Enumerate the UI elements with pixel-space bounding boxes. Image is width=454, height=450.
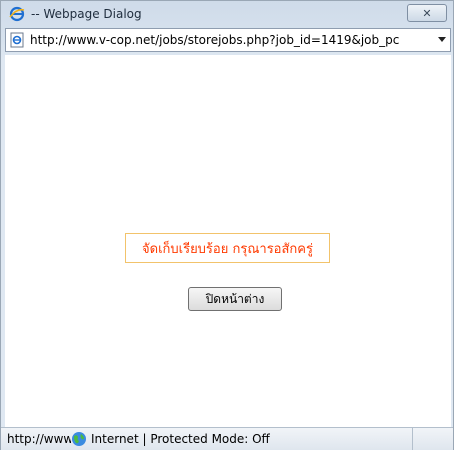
close-window-button[interactable]: ปิดหน้าต่าง [188,287,282,311]
page-icon [9,32,25,48]
dialog-window: -- Webpage Dialog ✕ http://www.v-cop.net… [0,0,454,450]
status-message-box: จัดเก็บเรียบร้อย กรุณารอสักครู่ [125,233,330,263]
address-bar[interactable]: http://www.v-cop.net/jobs/storejobs.php?… [5,28,451,52]
window-title: -- Webpage Dialog [31,7,142,21]
globe-icon [71,431,87,447]
title-bar: -- Webpage Dialog ✕ [1,1,453,27]
close-icon: ✕ [422,6,432,20]
status-bar: http://www.v Internet | Protected Mode: … [1,427,453,450]
security-zone-text: Internet | Protected Mode: Off [91,432,270,446]
page-content: จัดเก็บเรียบร้อย กรุณารอสักครู่ ปิดหน้าต… [5,55,451,427]
status-message: จัดเก็บเรียบร้อย กรุณารอสักครู่ [142,241,313,257]
status-url: http://www.v [7,432,71,446]
status-pane [412,428,453,450]
close-button[interactable]: ✕ [407,4,447,22]
address-url[interactable]: http://www.v-cop.net/jobs/storejobs.php?… [30,33,435,47]
dropdown-arrow-icon[interactable] [437,34,447,46]
ie-icon [9,6,25,22]
